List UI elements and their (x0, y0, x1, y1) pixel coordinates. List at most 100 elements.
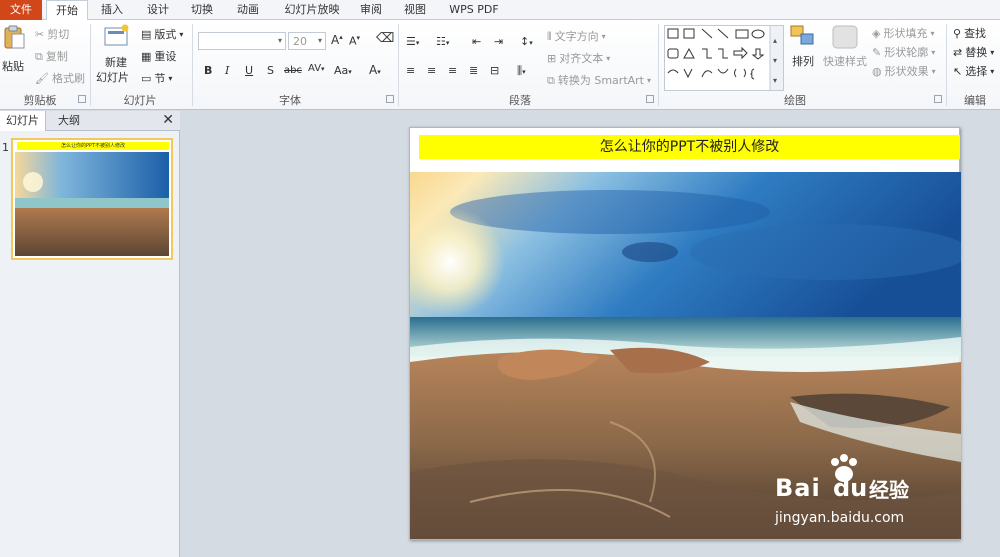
select-button[interactable]: ↖ 选择 ▾ (953, 63, 994, 79)
shadow-icon[interactable]: S (267, 64, 274, 77)
copy-icon: ⧉ (35, 49, 43, 63)
arrange-button[interactable]: 排列 (789, 24, 817, 69)
font-size-combo[interactable]: 20 ▾ (288, 32, 326, 50)
align-right-icon[interactable]: ≡ (448, 64, 457, 77)
replace-button[interactable]: ⇄ 替换 ▾ (953, 44, 994, 60)
increase-indent-icon[interactable]: ⇥ (494, 35, 503, 48)
smartart-icon: ⧉ (547, 73, 555, 87)
paste-button[interactable]: 粘贴 (2, 24, 26, 73)
tab-animations[interactable]: 动画 (228, 0, 268, 20)
tab-slides[interactable]: 幻灯片 (0, 111, 46, 131)
watermark-brand-cn: 经验 (869, 478, 909, 502)
bullets-icon[interactable]: ☰▾ (406, 35, 419, 48)
find-button[interactable]: ⚲ 查找 (953, 25, 986, 41)
align-center-icon[interactable]: ≡ (427, 64, 436, 77)
align-text-button[interactable]: ⊞ 对齐文本 ▾ (547, 50, 610, 66)
tab-view[interactable]: 视图 (396, 0, 434, 20)
svg-text:▾: ▾ (773, 76, 777, 85)
align-left-icon[interactable]: ≡ (406, 64, 415, 77)
reset-icon: ▦ (141, 49, 152, 63)
ribbon-tab-bar: 文件 开始 插入 设计 切换 动画 幻灯片放映 审阅 视图 WPS PDF (0, 0, 1000, 21)
editing-group-title: 编辑 (964, 94, 986, 107)
chevron-down-icon: ▾ (931, 47, 936, 57)
reset-label: 重设 (154, 50, 177, 63)
char-spacing-icon[interactable]: AV▾ (308, 63, 325, 74)
shape-fill-button[interactable]: ◈ 形状填充 ▾ (872, 25, 934, 41)
tab-transitions[interactable]: 切换 (182, 0, 222, 20)
format-painter-button[interactable]: 🖌 格式刷 (35, 70, 85, 86)
font-launcher[interactable] (386, 95, 394, 103)
tab-slideshow[interactable]: 幻灯片放映 (278, 0, 346, 20)
tab-review[interactable]: 审阅 (352, 0, 390, 20)
slide-title-box[interactable]: 怎么让你的PPT不被别人修改 (419, 135, 960, 159)
select-label: 选择 (965, 65, 988, 78)
arrange-label: 排列 (792, 55, 814, 68)
chevron-down-icon: ▾ (931, 66, 936, 76)
grow-font-icon[interactable]: A▴ (331, 33, 343, 47)
layout-button[interactable]: ▤ 版式 ▾ (141, 26, 183, 42)
copy-button[interactable]: ⧉ 复制 (35, 48, 68, 64)
chevron-down-icon: ▾ (990, 47, 995, 57)
tab-design[interactable]: 设计 (138, 0, 178, 20)
tab-home[interactable]: 开始 (46, 0, 88, 21)
clipboard-group-title: 剪贴板 (23, 94, 57, 107)
shrink-font-icon[interactable]: A▾ (349, 34, 360, 48)
shape-outline-button[interactable]: ✎ 形状轮廓 ▾ (872, 44, 935, 60)
line-spacing-icon[interactable]: ↕▾ (520, 35, 533, 48)
decrease-indent-icon[interactable]: ⇤ (472, 35, 481, 48)
tab-wps-pdf[interactable]: WPS PDF (446, 0, 502, 20)
new-slide-icon (104, 24, 129, 46)
chevron-down-icon: ▾ (277, 36, 282, 45)
quick-styles-button[interactable]: 快速样式 (823, 24, 867, 69)
tab-file[interactable]: 文件 (0, 0, 42, 20)
justify-icon[interactable]: ≣ (469, 64, 478, 77)
thumbnail-title: 怎么让你的PPT不被别人修改 (17, 142, 169, 150)
chevron-down-icon: ▾ (601, 31, 606, 41)
font-name-combo[interactable]: ▾ (198, 32, 286, 50)
change-case-icon[interactable]: Aa▾ (334, 64, 352, 77)
binoculars-icon: ⚲ (953, 26, 962, 40)
chevron-down-icon: ▾ (179, 29, 184, 39)
numbering-icon[interactable]: ☷▾ (436, 35, 449, 48)
new-slide-button[interactable]: 新建 幻灯片 (96, 24, 134, 84)
close-icon[interactable]: ✕ (162, 112, 174, 128)
text-direction-label: 文字方向 (554, 30, 599, 43)
text-direction-button[interactable]: ⫴ 文字方向 ▾ (547, 28, 606, 44)
align-text-icon: ⊞ (547, 51, 557, 65)
pencil-icon: ✎ (872, 45, 882, 59)
shapes-gallery[interactable]: ▴ ▾ ▾ (664, 25, 784, 91)
effects-icon: ◍ (872, 64, 882, 78)
section-button[interactable]: ▭ 节 ▾ (141, 70, 172, 86)
thumbnail-image (15, 152, 169, 256)
paragraph-launcher[interactable] (646, 95, 654, 103)
bold-icon[interactable]: B (204, 64, 212, 77)
layout-label: 版式 (154, 28, 177, 41)
columns-icon[interactable]: ⫼▾ (517, 64, 526, 78)
cut-button[interactable]: ✂ 剪切 (35, 26, 69, 42)
watermark-url: jingyan.baidu.com (775, 510, 905, 526)
strikethrough-icon[interactable]: abc (284, 65, 302, 76)
italic-icon[interactable]: I (225, 64, 229, 77)
font-size-value: 20 (293, 35, 307, 48)
slide-thumbnail[interactable]: 怎么让你的PPT不被别人修改 (11, 138, 173, 260)
smartart-label: 转换为 SmartArt (557, 74, 644, 87)
reset-button[interactable]: ▦ 重设 (141, 48, 176, 64)
clipboard-launcher[interactable] (78, 95, 86, 103)
brush-icon: 🖌 (35, 71, 49, 85)
quick-styles-icon (832, 25, 858, 49)
shape-fill-label: 形状填充 (883, 27, 928, 40)
underline-icon[interactable]: U (245, 64, 253, 77)
clear-format-icon[interactable]: ⌫ (376, 31, 394, 46)
tab-outline[interactable]: 大纲 (52, 111, 86, 131)
shape-outline-label: 形状轮廓 (884, 46, 929, 59)
smartart-button[interactable]: ⧉ 转换为 SmartArt ▾ (547, 72, 651, 88)
tab-insert[interactable]: 插入 (92, 0, 132, 20)
drawing-launcher[interactable] (934, 95, 942, 103)
layout-icon: ▤ (141, 27, 152, 41)
distribute-icon[interactable]: ⊟ (490, 64, 499, 77)
font-color-icon[interactable]: A▾ (369, 63, 381, 77)
shape-effects-button[interactable]: ◍ 形状效果 ▾ (872, 63, 936, 79)
slide-number: 1 (2, 141, 9, 154)
paragraph-group-title: 段落 (509, 94, 531, 107)
section-icon: ▭ (141, 71, 152, 85)
